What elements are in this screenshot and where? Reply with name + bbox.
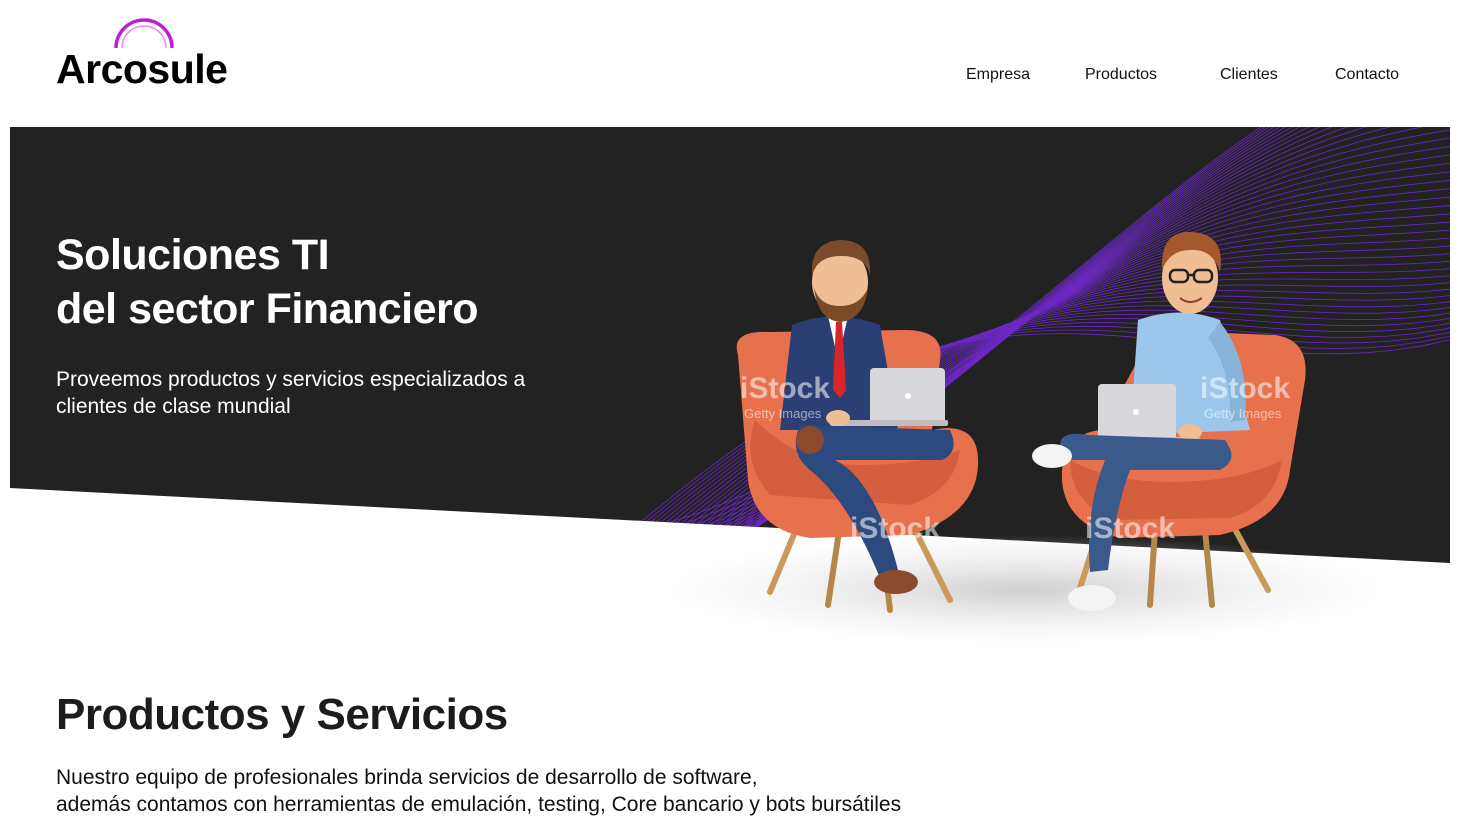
hero-title-line: Soluciones TI	[56, 231, 330, 279]
watermark-text: iStock	[850, 512, 940, 545]
watermark-text: iStock	[1085, 512, 1175, 545]
section-text-line: Nuestro equipo de profesionales brinda s…	[56, 766, 758, 789]
hero-subtitle-line: Proveemos productos y servicios especial…	[56, 368, 526, 391]
person-right	[1032, 231, 1306, 611]
section-text-line: además contamos con herramientas de emul…	[56, 793, 902, 816]
watermark-subtext: Getty Images	[1204, 406, 1282, 421]
person-left	[736, 240, 979, 613]
hero-subtitle: Proveemos productos y servicios especial…	[56, 366, 616, 420]
hero-title: Soluciones TI del sector Financiero	[56, 228, 479, 336]
hero-subtitle-line: clientes de clase mundial	[56, 395, 291, 418]
hero-title-line: del sector Financiero	[56, 285, 479, 333]
watermark-subtext: Getty Images	[744, 406, 822, 421]
section-description: Nuestro equipo de profesionales brinda s…	[56, 764, 1056, 818]
section-title: Productos y Servicios	[56, 690, 508, 739]
watermark-text: iStock	[740, 372, 830, 405]
hero-illustration: iStock Getty Images iStock Getty Images …	[736, 231, 1306, 613]
watermark-text: iStock	[1200, 372, 1290, 405]
